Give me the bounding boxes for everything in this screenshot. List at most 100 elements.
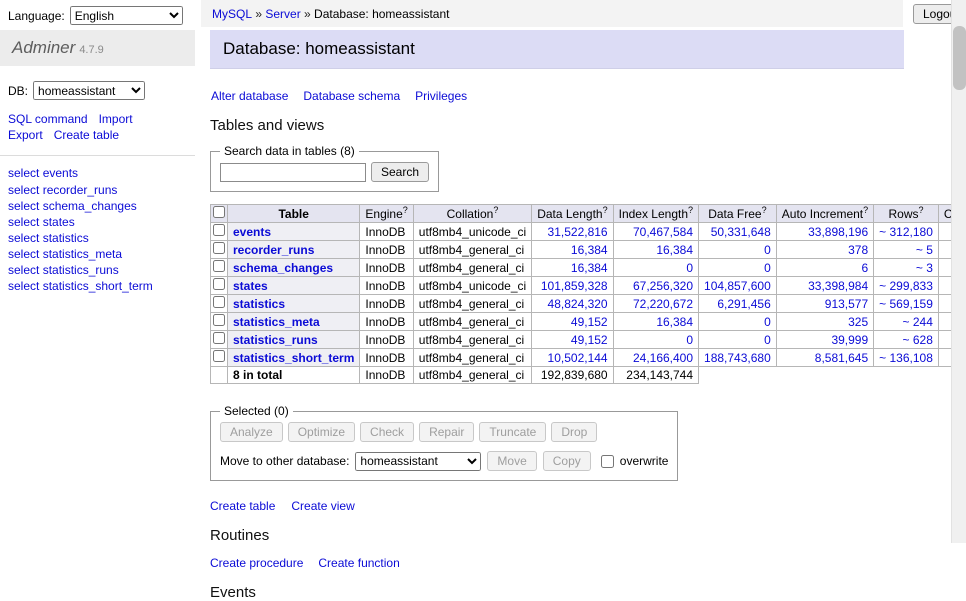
sidebar-table-link-events[interactable]: events [43,166,78,180]
link-create-table[interactable]: Create table [210,499,275,513]
help-link-index-length[interactable]: ? [688,205,693,215]
index-length-link-schema-changes[interactable]: 0 [686,261,693,275]
table-link-events[interactable]: events [233,225,271,239]
data-free-link-schema-changes[interactable]: 0 [764,261,771,275]
button-optimize[interactable]: Optimize [288,422,355,442]
data-length-link-statistics-runs[interactable]: 49,152 [571,333,608,347]
sidebar-table-link-statistics[interactable]: statistics [43,231,89,245]
data-length-link-recorder-runs[interactable]: 16,384 [571,243,608,257]
data-length-link-statistics-meta[interactable]: 49,152 [571,315,608,329]
scrollbar-thumb[interactable] [953,26,966,90]
help-link-auto-increment[interactable]: ? [863,205,868,215]
data-free-link-statistics-runs[interactable]: 0 [764,333,771,347]
data-free-link-events[interactable]: 50,331,648 [711,225,771,239]
data-length-link-schema-changes[interactable]: 16,384 [571,261,608,275]
breadcrumb-link-server[interactable]: Server [265,7,300,21]
nav-link-alter-database[interactable]: Alter database [211,89,288,103]
breadcrumb-link-mysql[interactable]: MySQL [212,7,252,21]
data-free-link-statistics-short-term[interactable]: 188,743,680 [704,351,771,365]
select-all-checkbox[interactable] [213,206,225,218]
link-create-view[interactable]: Create view [291,499,354,513]
table-link-statistics-short-term[interactable]: statistics_short_term [233,351,354,365]
index-length-link-statistics-meta[interactable]: 16,384 [656,315,693,329]
sidebar-link-create-table[interactable]: Create table [54,127,119,143]
index-length-link-events[interactable]: 70,467,584 [633,225,693,239]
rows-count-link-recorder-runs[interactable]: ~ 5 [916,243,933,257]
button-check[interactable]: Check [360,422,414,442]
button-analyze[interactable]: Analyze [220,422,283,442]
row-checkbox-events[interactable] [213,224,225,236]
search-button[interactable]: Search [371,162,429,182]
table-link-statistics[interactable]: statistics [233,297,285,311]
row-checkbox-states[interactable] [213,278,225,290]
copy-button[interactable]: Copy [543,451,591,471]
data-length-link-states[interactable]: 101,859,328 [541,279,608,293]
auto-increment-link-recorder-runs[interactable]: 378 [848,243,868,257]
vertical-scrollbar[interactable] [951,0,966,543]
sidebar-table-link-recorder-runs[interactable]: recorder_runs [43,183,118,197]
sidebar-table-link-statistics-short-term[interactable]: statistics_short_term [43,279,153,293]
index-length-link-statistics-short-term[interactable]: 24,166,400 [633,351,693,365]
sidebar-table-link-states[interactable]: states [43,215,75,229]
row-checkbox-schema-changes[interactable] [213,260,225,272]
button-truncate[interactable]: Truncate [479,422,546,442]
db-select[interactable]: homeassistant [33,81,145,100]
sidebar-select-link-states[interactable]: select [8,215,39,229]
rows-count-link-events[interactable]: ~ 312,180 [879,225,933,239]
sidebar-table-link-statistics-runs[interactable]: statistics_runs [43,263,119,277]
rows-count-link-statistics[interactable]: ~ 569,159 [879,297,933,311]
rows-count-link-statistics-meta[interactable]: ~ 244 [903,315,933,329]
data-length-link-events[interactable]: 31,522,816 [548,225,608,239]
row-checkbox-statistics-runs[interactable] [213,332,225,344]
data-length-link-statistics[interactable]: 48,824,320 [548,297,608,311]
data-free-link-statistics-meta[interactable]: 0 [764,315,771,329]
auto-increment-link-schema-changes[interactable]: 6 [861,261,868,275]
auto-increment-link-events[interactable]: 33,898,196 [808,225,868,239]
sidebar-select-link-statistics-runs[interactable]: select [8,263,39,277]
row-checkbox-statistics-short-term[interactable] [213,350,225,362]
sidebar-link-export[interactable]: Export [8,127,43,143]
data-free-link-recorder-runs[interactable]: 0 [764,243,771,257]
row-checkbox-statistics-meta[interactable] [213,314,225,326]
sidebar-select-link-events[interactable]: select [8,166,39,180]
button-repair[interactable]: Repair [419,422,474,442]
sidebar-link-sql-command[interactable]: SQL command [8,111,88,127]
sidebar-select-link-statistics-short-term[interactable]: select [8,279,39,293]
index-length-link-recorder-runs[interactable]: 16,384 [656,243,693,257]
sidebar-link-import[interactable]: Import [99,111,133,127]
auto-increment-link-states[interactable]: 33,398,984 [808,279,868,293]
index-length-link-states[interactable]: 67,256,320 [633,279,693,293]
index-length-link-statistics[interactable]: 72,220,672 [633,297,693,311]
data-free-link-states[interactable]: 104,857,600 [704,279,771,293]
auto-increment-link-statistics[interactable]: 913,577 [825,297,868,311]
auto-increment-link-statistics-meta[interactable]: 325 [848,315,868,329]
table-search-input[interactable] [220,163,366,182]
auto-increment-link-statistics-short-term[interactable]: 8,581,645 [815,351,868,365]
help-link-collation[interactable]: ? [493,205,498,215]
adminer-logo[interactable]: Adminer [12,38,75,57]
auto-increment-link-statistics-runs[interactable]: 39,999 [831,333,868,347]
nav-link-database-schema[interactable]: Database schema [303,89,400,103]
table-link-statistics-meta[interactable]: statistics_meta [233,315,320,329]
data-free-link-statistics[interactable]: 6,291,456 [717,297,770,311]
help-link-data-length[interactable]: ? [603,205,608,215]
table-link-states[interactable]: states [233,279,268,293]
help-link-data-free[interactable]: ? [762,205,767,215]
move-button[interactable]: Move [487,451,536,471]
sidebar-select-link-schema-changes[interactable]: select [8,199,39,213]
rows-count-link-statistics-runs[interactable]: ~ 628 [903,333,933,347]
sidebar-select-link-recorder-runs[interactable]: select [8,183,39,197]
nav-link-privileges[interactable]: Privileges [415,89,467,103]
rows-count-link-schema-changes[interactable]: ~ 3 [916,261,933,275]
button-drop[interactable]: Drop [551,422,597,442]
language-select[interactable]: English [70,6,183,25]
table-link-recorder-runs[interactable]: recorder_runs [233,243,314,257]
data-length-link-statistics-short-term[interactable]: 10,502,144 [548,351,608,365]
help-link-engine[interactable]: ? [403,205,408,215]
row-checkbox-recorder-runs[interactable] [213,242,225,254]
help-link-rows[interactable]: ? [919,205,924,215]
link-create-procedure[interactable]: Create procedure [210,556,303,570]
table-link-schema-changes[interactable]: schema_changes [233,261,333,275]
rows-count-link-statistics-short-term[interactable]: ~ 136,108 [879,351,933,365]
sidebar-table-link-statistics-meta[interactable]: statistics_meta [43,247,122,261]
